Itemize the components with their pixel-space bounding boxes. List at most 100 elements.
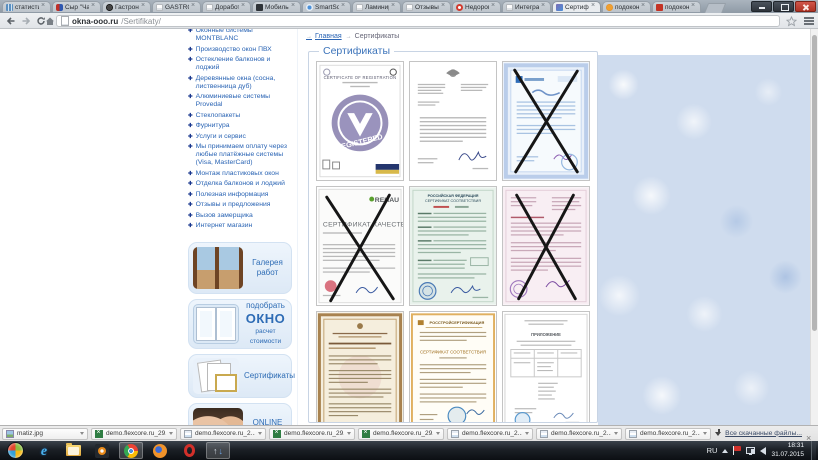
sidebar-menu-item[interactable]: Деревянные окна (сосна, лиственница дуб): [188, 75, 294, 91]
back-button[interactable]: [4, 15, 17, 27]
taskbar-app-opera[interactable]: [177, 442, 201, 459]
download-item[interactable]: demo.flexcore.ru_29....csv: [269, 428, 355, 440]
action-center-flag-icon[interactable]: [733, 446, 741, 455]
download-item[interactable]: demo.flexcore.ru_2...html: [180, 428, 266, 440]
tab-close-icon[interactable]: [591, 4, 597, 10]
download-item-caret-icon[interactable]: [703, 432, 707, 435]
certificate-thumbnail-blue-crossed[interactable]: [502, 61, 590, 181]
sidebar-menu-item[interactable]: Монтаж пластиковых окон: [188, 170, 294, 178]
breadcrumb-home-link[interactable]: Главная: [306, 33, 342, 40]
taskbar-app-file-transfer[interactable]: ↑↓: [206, 442, 230, 459]
taskbar-app-chrome[interactable]: [119, 442, 143, 459]
browser-tab[interactable]: Ламиниров: [352, 1, 401, 12]
certificate-thumbnail-bsi[interactable]: CERTIFICATE OF REGISTRATION REGISTERED: [316, 61, 404, 181]
window-configurator-widget[interactable]: подобрать ОКНО расчет стоимости: [188, 299, 292, 349]
taskbar-app-explorer[interactable]: [61, 442, 85, 459]
tab-close-icon[interactable]: [41, 4, 47, 10]
scrollbar-thumb[interactable]: [812, 35, 817, 331]
tab-close-icon[interactable]: [691, 4, 697, 10]
certificate-thumbnail-pink-crossed[interactable]: [502, 186, 590, 306]
download-item-caret-icon[interactable]: [525, 432, 529, 435]
download-item[interactable]: demo.flexcore.ru_29....csv: [91, 428, 177, 440]
browser-tab[interactable]: Мобильный: [252, 1, 301, 12]
download-item-caret-icon[interactable]: [258, 432, 262, 435]
download-item-caret-icon[interactable]: [436, 432, 440, 435]
window-maximize-button[interactable]: [773, 1, 794, 12]
tab-close-icon[interactable]: [191, 4, 197, 10]
taskbar-app-media-player[interactable]: [90, 442, 114, 459]
download-bar-close-icon[interactable]: [806, 428, 815, 437]
tab-close-icon[interactable]: [541, 4, 547, 10]
gallery-widget[interactable]: Галерея работ: [188, 242, 292, 294]
sidebar-menu-item[interactable]: Полезная информация: [188, 191, 294, 199]
sidebar-menu-item[interactable]: Стеклопакеты: [188, 112, 294, 120]
browser-tab[interactable]: Сыр "Чанах": [52, 1, 101, 12]
certificate-thumbnail-rosstroy[interactable]: РОССТРОЙСЕРТИФИКАЦИЯ СЕРТИФИКАТ СООТВЕТС…: [409, 311, 497, 422]
sidebar-menu-item[interactable]: Оконные системы MONTBLANC: [188, 29, 294, 43]
home-button[interactable]: [43, 15, 56, 27]
browser-tab[interactable]: GASTRONOM: [152, 1, 201, 12]
window-close-button[interactable]: [795, 1, 816, 12]
certificate-thumbnail-ornate-sanitary[interactable]: [316, 311, 404, 422]
page-scrollbar[interactable]: [810, 29, 818, 425]
tab-close-icon[interactable]: [291, 4, 297, 10]
browser-tab[interactable]: Гастрономи: [102, 1, 151, 12]
download-item[interactable]: demo.flexcore.ru_2...html: [625, 428, 711, 440]
tab-close-icon[interactable]: [341, 4, 347, 10]
browser-tab[interactable]: подоконни: [602, 1, 651, 12]
start-button[interactable]: [3, 442, 27, 459]
show-all-downloads-link[interactable]: Все скачанные файлы...: [715, 429, 802, 437]
tab-close-icon[interactable]: [441, 4, 447, 10]
download-item-caret-icon[interactable]: [169, 432, 173, 435]
certificate-thumbnail-letter[interactable]: [409, 61, 497, 181]
browser-tab[interactable]: Сертификат: [552, 1, 601, 12]
browser-menu-icon[interactable]: [804, 17, 814, 25]
sidebar-menu-item[interactable]: Отзывы и предложения: [188, 201, 294, 209]
certificate-thumbnail-green-conformity[interactable]: РОССИЙСКАЯ ФЕДЕРАЦИЯ СЕРТИФИКАТ СООТВЕТС…: [409, 186, 497, 306]
browser-tab[interactable]: Доработки: [202, 1, 251, 12]
tab-close-icon[interactable]: [91, 4, 97, 10]
sidebar-menu-item[interactable]: Фурнитура: [188, 122, 294, 130]
tab-close-icon[interactable]: [241, 4, 247, 10]
tab-close-icon[interactable]: [141, 4, 147, 10]
browser-tab[interactable]: SmartSoluti: [302, 1, 351, 12]
sidebar-menu-item[interactable]: Услуги и сервис: [188, 133, 294, 141]
sidebar-menu-item[interactable]: Остекление балконов и лоджий: [188, 56, 294, 72]
sidebar-menu-item[interactable]: Мы принимаем оплату через любые платёжны…: [188, 143, 294, 167]
show-desktop-button[interactable]: [811, 441, 816, 460]
download-item[interactable]: demo.flexcore.ru_29....csv: [358, 428, 444, 440]
window-minimize-button[interactable]: [751, 1, 772, 12]
forward-button[interactable]: [19, 15, 32, 27]
download-item[interactable]: demo.flexcore.ru_2...html: [447, 428, 533, 440]
browser-tab[interactable]: Недорогие: [452, 1, 501, 12]
sidebar-menu-item[interactable]: Отделка балконов и лоджий: [188, 180, 294, 188]
clock[interactable]: 18:31 31.07.2015: [771, 442, 804, 458]
hidden-icons-arrow[interactable]: [722, 449, 728, 453]
certificate-thumbnail-appendix[interactable]: ПРИЛОЖЕНИЕ: [502, 311, 590, 422]
sidebar-menu-item[interactable]: Алюминиевые системы Provedal: [188, 93, 294, 109]
download-item[interactable]: demo.flexcore.ru_2...html: [536, 428, 622, 440]
download-item-caret-icon[interactable]: [347, 432, 351, 435]
taskbar-app-firefox[interactable]: [148, 442, 172, 459]
volume-icon[interactable]: [760, 447, 766, 455]
browser-tab[interactable]: Отзывы: [402, 1, 451, 12]
tab-close-icon[interactable]: [491, 4, 497, 10]
address-bar[interactable]: okna-ooo.ru/Sertifikaty/: [56, 15, 780, 27]
certificate-thumbnail-rehau[interactable]: REHAU СЕРТИФИКАТ КАЧЕСТВА: [316, 186, 404, 306]
browser-tab[interactable]: подоконни: [652, 1, 701, 12]
language-indicator[interactable]: RU: [707, 446, 718, 455]
download-item-caret-icon[interactable]: [80, 432, 84, 435]
browser-tab[interactable]: Интеграции: [502, 1, 551, 12]
bookmark-star-icon[interactable]: [786, 16, 797, 27]
sidebar-menu-item[interactable]: Вызов замерщика: [188, 212, 294, 220]
download-item[interactable]: matiz.jpg: [2, 428, 88, 440]
download-item-caret-icon[interactable]: [614, 432, 618, 435]
sidebar-menu-item[interactable]: Производство окон ПВХ: [188, 46, 294, 54]
online-consultant-widget[interactable]: ONLINE: [188, 403, 292, 426]
browser-tab[interactable]: статистика: [2, 1, 51, 12]
sidebar-menu-item[interactable]: Интернет магазин: [188, 222, 294, 230]
tab-close-icon[interactable]: [641, 4, 647, 10]
taskbar-app-internet-explorer[interactable]: [32, 442, 56, 459]
tab-close-icon[interactable]: [391, 4, 397, 10]
certificates-widget[interactable]: Сертификаты: [188, 354, 292, 398]
